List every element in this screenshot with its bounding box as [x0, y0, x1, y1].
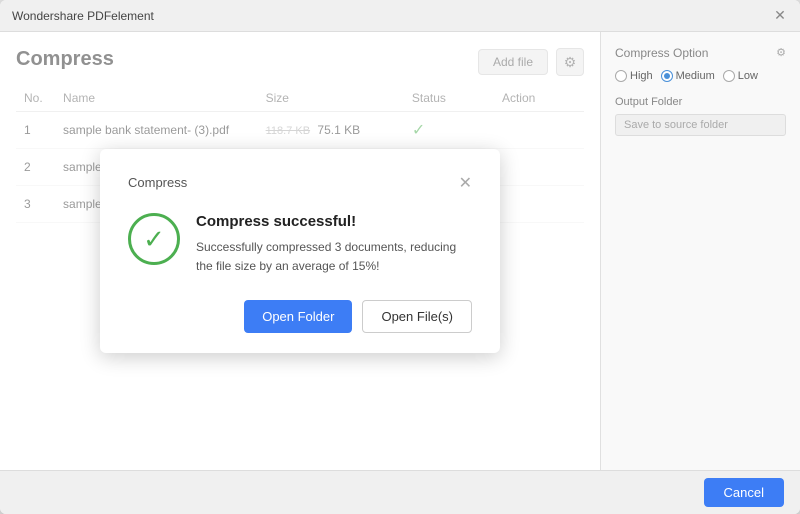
compress-success-modal: Compress ✕ ✓ Compress successful! Succes…	[100, 149, 500, 353]
modal-success-message: Successfully compressed 3 documents, red…	[196, 238, 472, 276]
modal-overlay: Compress ✕ ✓ Compress successful! Succes…	[0, 32, 600, 470]
option-low-label: Low	[738, 70, 758, 82]
right-panel: Compress Option ⚙ High Medium Low Output…	[600, 32, 800, 470]
output-folder-label: Output Folder	[615, 96, 786, 108]
app-title: Wondershare PDFelement	[12, 9, 154, 23]
option-high-label: High	[630, 70, 653, 82]
modal-title: Compress	[128, 175, 187, 190]
success-checkmark-icon: ✓	[143, 226, 165, 252]
compress-option-header: Compress Option ⚙	[615, 46, 786, 60]
window-close-button[interactable]: ✕	[772, 8, 788, 24]
output-folder-value[interactable]: Save to source folder	[615, 114, 786, 136]
title-bar: Wondershare PDFelement ✕	[0, 0, 800, 32]
compress-option-icon: ⚙	[776, 46, 786, 60]
open-folder-button[interactable]: Open Folder	[244, 300, 352, 333]
cancel-button[interactable]: Cancel	[704, 478, 784, 507]
option-high[interactable]: High	[615, 70, 653, 82]
main-window: Wondershare PDFelement ✕ Compress Add fi…	[0, 0, 800, 514]
radio-low	[723, 70, 735, 82]
success-icon-circle: ✓	[128, 213, 180, 265]
modal-body: ✓ Compress successful! Successfully comp…	[128, 213, 472, 276]
option-medium-label: Medium	[676, 70, 715, 82]
main-content: Compress Add file ⚙ No. Name Size Status…	[0, 32, 800, 470]
open-files-button[interactable]: Open File(s)	[362, 300, 472, 333]
modal-footer: Open Folder Open File(s)	[128, 300, 472, 333]
radio-medium	[661, 70, 673, 82]
modal-message: Compress successful! Successfully compre…	[196, 213, 472, 276]
modal-close-button[interactable]: ✕	[459, 173, 472, 193]
compress-option-title-text: Compress Option	[615, 46, 708, 60]
left-panel: Compress Add file ⚙ No. Name Size Status…	[0, 32, 600, 470]
bottom-bar: Cancel	[0, 470, 800, 514]
radio-high	[615, 70, 627, 82]
option-medium[interactable]: Medium	[661, 70, 715, 82]
modal-success-title: Compress successful!	[196, 213, 472, 230]
option-low[interactable]: Low	[723, 70, 758, 82]
compress-options: High Medium Low	[615, 70, 786, 82]
modal-title-bar: Compress ✕	[128, 173, 472, 193]
